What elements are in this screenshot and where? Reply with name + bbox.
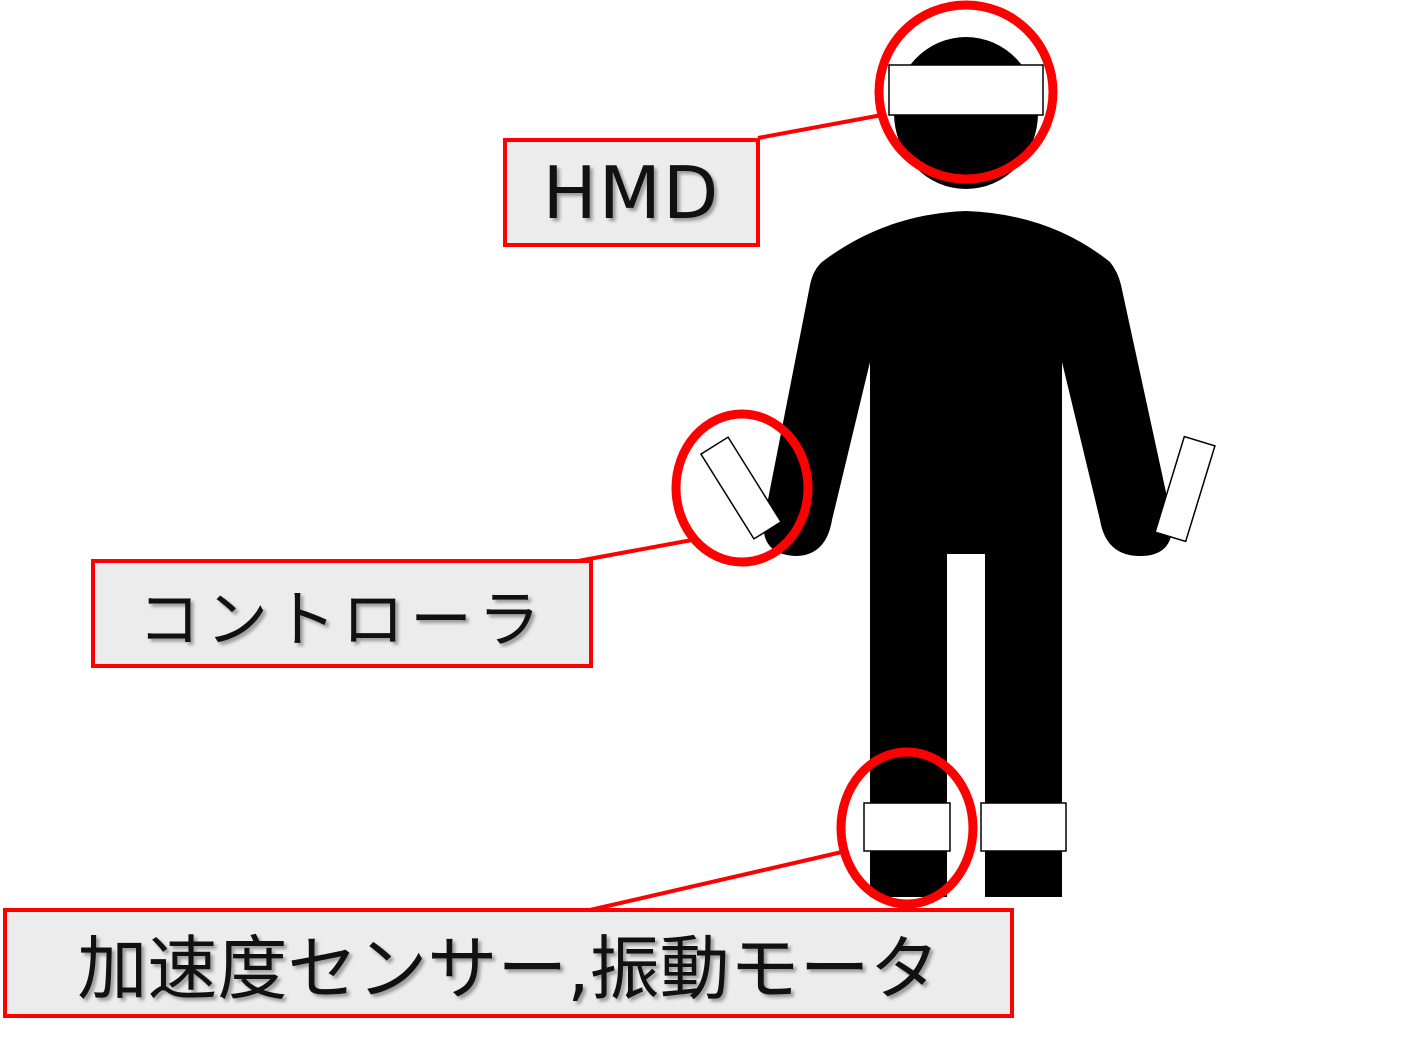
right-ankle-sensor xyxy=(980,802,1067,852)
controller-label: コントローラ xyxy=(91,559,593,668)
left-controller xyxy=(699,436,783,540)
left-ankle-sensor xyxy=(863,802,951,852)
sensor-connector-line xyxy=(589,850,843,912)
hmd-label: HMD xyxy=(503,138,760,247)
controller-connector-line xyxy=(577,538,693,563)
hmd-connector-line xyxy=(757,113,883,140)
sensor-motor-label: 加速度センサー,振動モータ xyxy=(3,908,1014,1018)
hmd-device xyxy=(888,64,1044,116)
